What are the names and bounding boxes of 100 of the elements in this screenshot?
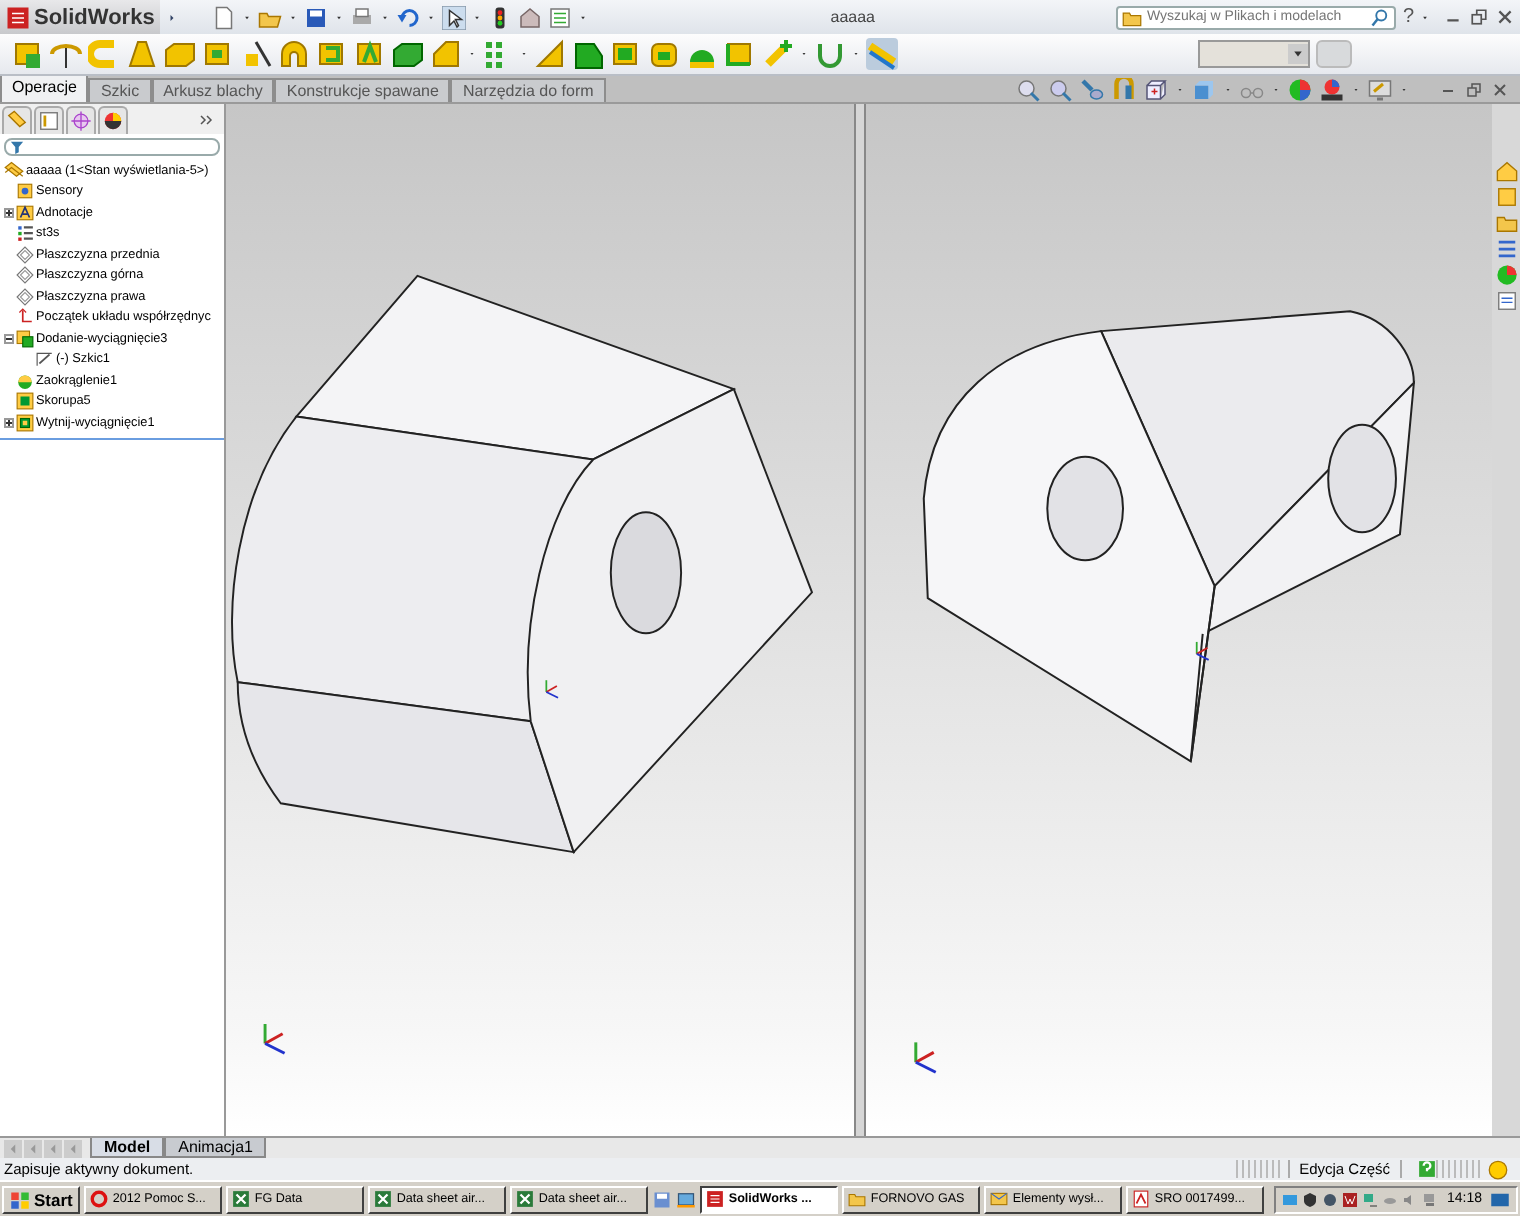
double-chevron-icon[interactable]: [196, 109, 216, 129]
close-icon[interactable]: [1496, 8, 1514, 26]
scroll-arrow-icon[interactable]: [64, 1139, 82, 1157]
save-icon[interactable]: [304, 5, 329, 29]
color-wheel-icon[interactable]: [1495, 264, 1517, 286]
shell-icon: [16, 392, 34, 411]
scroll-arrow-icon[interactable]: [44, 1139, 62, 1157]
ribbon-tab[interactable]: Narzędzia do form: [450, 78, 606, 102]
filter-field[interactable]: [4, 138, 220, 156]
close-icon[interactable]: [1492, 81, 1508, 97]
shield-icon[interactable]: [1302, 1191, 1319, 1207]
cylinder-icon[interactable]: [648, 38, 680, 70]
ribbon-tab[interactable]: Konstrukcje spawane: [274, 78, 451, 102]
solidworks-icon: [706, 1190, 725, 1208]
fillet-icon: [16, 371, 34, 390]
color-wheel-icon[interactable]: [1288, 77, 1312, 101]
crosshair-icon[interactable]: [66, 106, 96, 134]
arch-icon[interactable]: [278, 38, 310, 70]
outlook-icon: [990, 1190, 1009, 1208]
list-icon[interactable]: [1495, 238, 1517, 260]
status-panel-grip: [1235, 1160, 1280, 1178]
view-tab[interactable]: Animacja1: [164, 1138, 267, 1158]
ribbon-tab[interactable]: Arkusz blachy: [151, 78, 275, 102]
undo-icon[interactable]: [396, 5, 421, 29]
rebuild-icon[interactable]: [1488, 1159, 1508, 1179]
search-icon[interactable]: [1370, 7, 1391, 27]
expand-toggle[interactable]: [4, 417, 14, 428]
block-icon[interactable]: [610, 38, 642, 70]
block-icon[interactable]: [354, 38, 386, 70]
ribbon-tab[interactable]: Operacje: [0, 76, 89, 102]
tray-icon[interactable]: [392, 38, 424, 70]
print-icon[interactable]: [350, 5, 375, 29]
block-icon[interactable]: [572, 38, 604, 70]
opera-icon: [90, 1190, 109, 1208]
block-icon[interactable]: [202, 38, 234, 70]
window-title: aaaaa: [828, 8, 877, 26]
view-cube-icon[interactable]: [1144, 77, 1168, 101]
folder-icon: [1122, 7, 1143, 27]
clipboard-icon[interactable]: [1495, 290, 1517, 312]
block-icon[interactable]: [430, 38, 462, 70]
block-icon[interactable]: [12, 38, 44, 70]
extrude-icon: [16, 329, 34, 348]
feature-tree-icon[interactable]: [2, 106, 32, 134]
floppy-icon[interactable]: [652, 1189, 673, 1209]
part-icon: [4, 160, 24, 181]
wand-icon[interactable]: [240, 38, 272, 70]
axis-triad-icon: [913, 1042, 936, 1074]
pdf-icon: [1132, 1190, 1151, 1208]
help-button[interactable]: ?: [1402, 6, 1414, 28]
section-view-icon[interactable]: [1112, 77, 1136, 101]
home-icon[interactable]: [1495, 160, 1517, 182]
caret-icon: [1288, 42, 1308, 66]
zoom-fit-icon[interactable]: [1016, 77, 1040, 101]
plane-icon: [16, 266, 34, 285]
block-icon[interactable]: [724, 38, 756, 70]
file-properties-icon[interactable]: [548, 5, 573, 29]
loft-icon[interactable]: [126, 38, 158, 70]
app-tray-icon[interactable]: [1342, 1191, 1359, 1207]
axis-triad-icon: [545, 679, 559, 699]
expand-toggle[interactable]: [4, 207, 14, 218]
logo-icon: [6, 5, 30, 29]
excel-icon: [516, 1190, 535, 1208]
annotation-icon: [16, 203, 34, 222]
ruler-icon[interactable]: [866, 38, 898, 70]
monitor-icon[interactable]: [1368, 77, 1392, 101]
folder-icon[interactable]: [1495, 212, 1517, 234]
view-tab[interactable]: Model: [90, 1138, 165, 1158]
options-icon[interactable]: [518, 5, 543, 29]
scene-icon[interactable]: [1320, 77, 1344, 101]
scroll-arrow-icon[interactable]: [24, 1139, 42, 1157]
appearance-icon[interactable]: [98, 106, 128, 134]
help-icon[interactable]: [1418, 1160, 1436, 1178]
rib-icon[interactable]: [534, 38, 566, 70]
scroll-arrow-icon[interactable]: [4, 1139, 22, 1157]
excel-icon: [232, 1190, 251, 1208]
start-button[interactable]: Start: [2, 1185, 81, 1213]
property-icon[interactable]: [34, 106, 64, 134]
display-style-icon[interactable]: [1192, 77, 1216, 101]
axis-triad-icon: [263, 1024, 286, 1055]
collapse-toggle[interactable]: [4, 333, 14, 344]
show-desktop-icon[interactable]: [1490, 1189, 1510, 1209]
new-document-icon[interactable]: [212, 5, 237, 29]
globe-icon[interactable]: [1322, 1191, 1339, 1207]
desktop-icon[interactable]: [676, 1189, 697, 1209]
revolve-icon[interactable]: [50, 38, 82, 70]
sketch-icon: [36, 350, 54, 369]
network-icon[interactable]: [1362, 1191, 1379, 1207]
restore-icon[interactable]: [1466, 81, 1482, 97]
ribbon-tab[interactable]: Szkic: [88, 78, 152, 102]
select-arrow-icon[interactable]: [442, 5, 467, 29]
curve-icon[interactable]: [814, 38, 846, 70]
block-icon[interactable]: [316, 38, 348, 70]
plane-icon: [16, 245, 34, 264]
axis-triad-icon: [1194, 641, 1209, 661]
tray-icon[interactable]: [164, 38, 196, 70]
computer-icon[interactable]: [1422, 1191, 1439, 1207]
restore-icon[interactable]: [1470, 8, 1488, 26]
cut-icon: [16, 413, 34, 432]
zoom-area-icon[interactable]: [1048, 77, 1072, 101]
flashlight-icon[interactable]: [1080, 77, 1104, 101]
